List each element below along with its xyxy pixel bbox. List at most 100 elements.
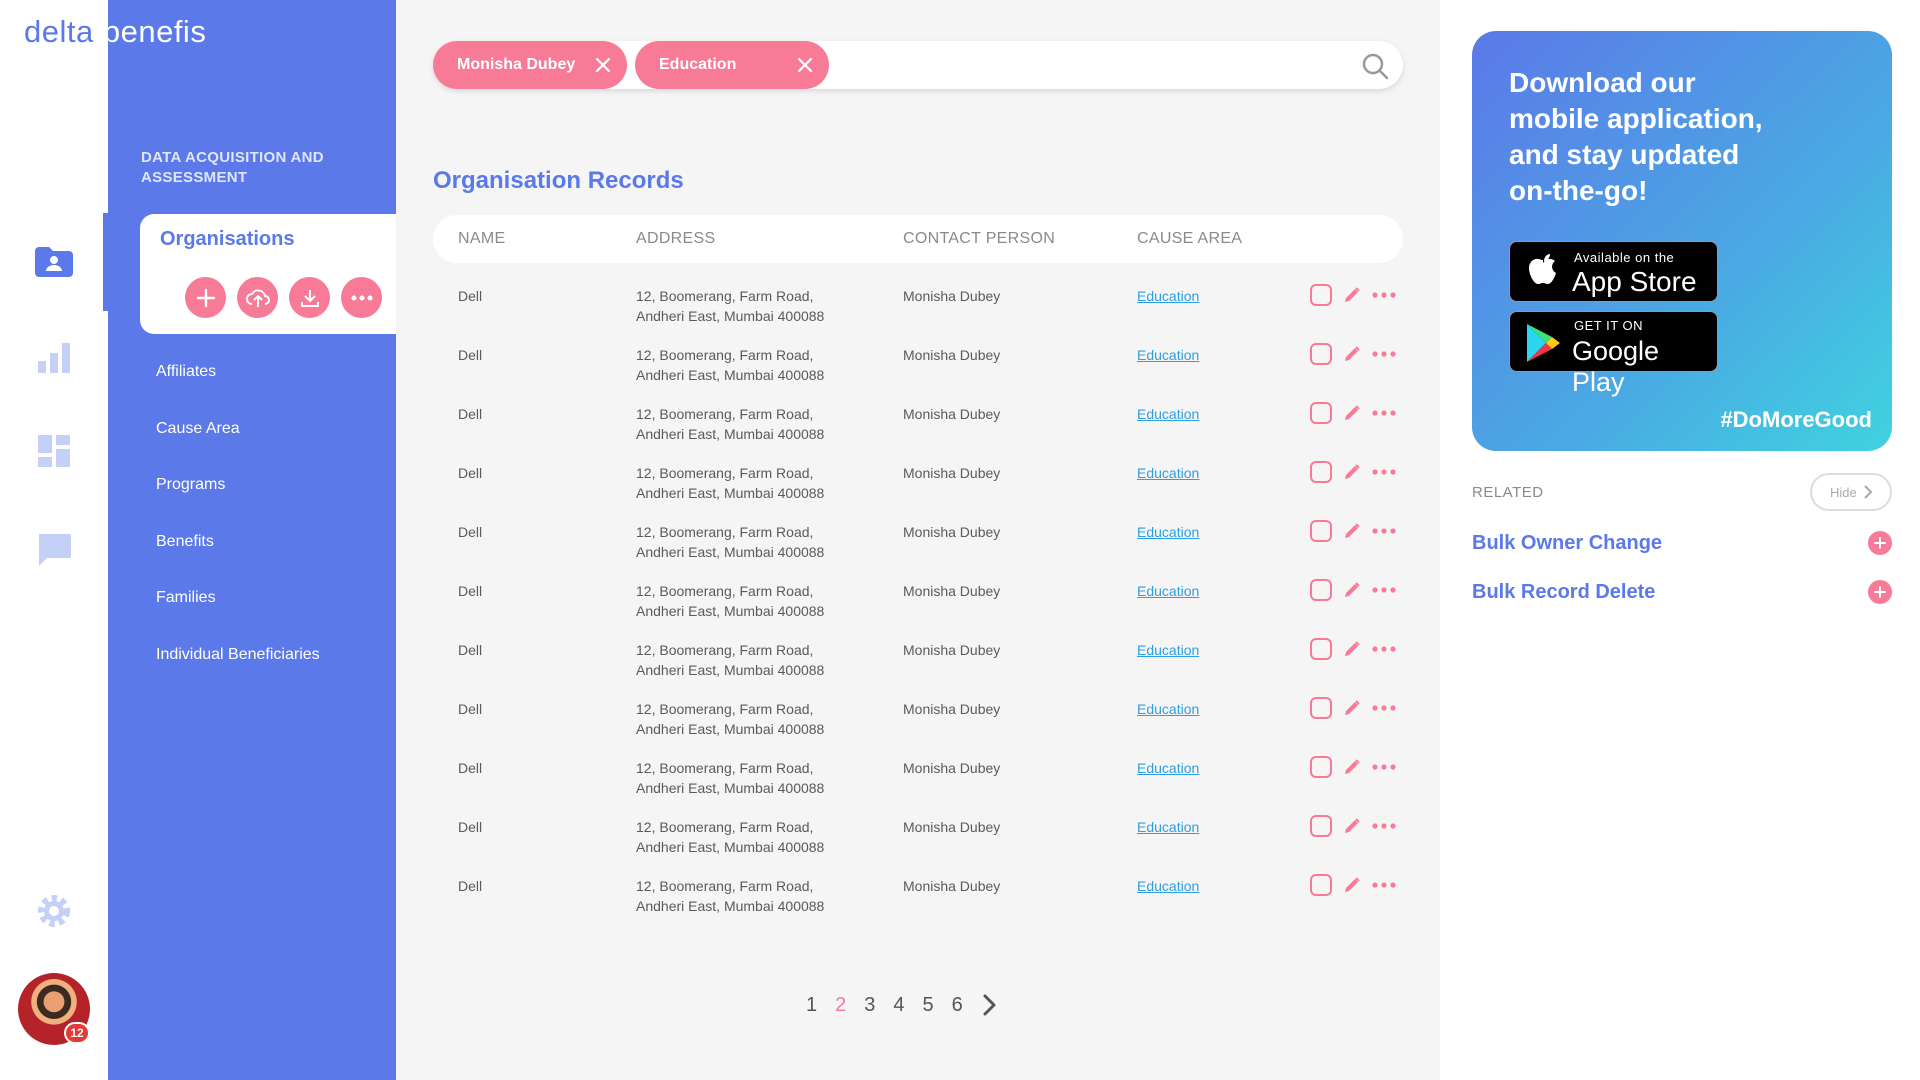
- cell-cause-area-link[interactable]: Education: [1137, 286, 1199, 306]
- upload-button[interactable]: [237, 277, 278, 318]
- add-related-button[interactable]: [1868, 580, 1892, 604]
- edit-icon[interactable]: [1342, 875, 1362, 895]
- cell-address: 12, Boomerang, Farm Road, Andheri East, M…: [636, 817, 824, 857]
- cell-cause-area-link[interactable]: Education: [1137, 817, 1199, 837]
- hide-button[interactable]: Hide: [1810, 473, 1892, 511]
- row-checkbox[interactable]: [1310, 520, 1332, 542]
- edit-icon[interactable]: [1342, 344, 1362, 364]
- cell-cause-area-link[interactable]: Education: [1137, 522, 1199, 542]
- filter-chip-monisha[interactable]: Monisha Dubey: [433, 41, 627, 89]
- table-row[interactable]: Dell 12, Boomerang, Farm Road, Andheri Eas…: [433, 632, 1403, 691]
- row-checkbox[interactable]: [1310, 284, 1332, 306]
- search-icon[interactable]: [1361, 52, 1389, 80]
- table-row[interactable]: Dell 12, Boomerang, Farm Road, Andheri Eas…: [433, 750, 1403, 809]
- cell-cause-area-link[interactable]: Education: [1137, 404, 1199, 424]
- page-5[interactable]: 5: [923, 994, 934, 1017]
- page-6[interactable]: 6: [952, 994, 963, 1017]
- edit-icon[interactable]: [1342, 639, 1362, 659]
- more-icon[interactable]: [1372, 351, 1396, 357]
- table-row[interactable]: Dell 12, Boomerang, Farm Road, Andheri Eas…: [433, 573, 1403, 632]
- more-icon[interactable]: [1372, 292, 1396, 298]
- cell-cause-area-link[interactable]: Education: [1137, 758, 1199, 778]
- edit-icon[interactable]: [1342, 403, 1362, 423]
- add-related-button[interactable]: [1868, 531, 1892, 555]
- edit-icon[interactable]: [1342, 757, 1362, 777]
- edit-icon[interactable]: [1342, 580, 1362, 600]
- row-checkbox[interactable]: [1310, 343, 1332, 365]
- chat-icon[interactable]: [30, 525, 78, 573]
- page-4[interactable]: 4: [893, 994, 904, 1017]
- row-checkbox[interactable]: [1310, 579, 1332, 601]
- edit-icon[interactable]: [1342, 698, 1362, 718]
- table-row[interactable]: Dell 12, Boomerang, Farm Road, Andheri Eas…: [433, 396, 1403, 455]
- row-checkbox[interactable]: [1310, 815, 1332, 837]
- nav-item-benefits[interactable]: Benefits: [156, 531, 320, 588]
- column-header-name[interactable]: NAME: [458, 230, 505, 248]
- page-2[interactable]: 2: [835, 994, 846, 1017]
- more-icon[interactable]: [1372, 764, 1396, 770]
- filter-chip-education[interactable]: Education: [635, 41, 829, 89]
- nav-item-families[interactable]: Families: [156, 587, 320, 644]
- cell-cause-area-link[interactable]: Education: [1137, 581, 1199, 601]
- row-checkbox[interactable]: [1310, 756, 1332, 778]
- column-header-address[interactable]: ADDRESS: [636, 230, 715, 248]
- edit-icon[interactable]: [1342, 285, 1362, 305]
- more-button[interactable]: [341, 277, 382, 318]
- column-header-contact[interactable]: CONTACT PERSON: [903, 230, 1055, 248]
- edit-icon[interactable]: [1342, 521, 1362, 541]
- row-checkbox[interactable]: [1310, 697, 1332, 719]
- app-logo[interactable]: delta benefis: [24, 14, 206, 50]
- nav-item-cause-area[interactable]: Cause Area: [156, 418, 320, 475]
- close-icon[interactable]: [795, 55, 815, 75]
- table-row[interactable]: Dell 12, Boomerang, Farm Road, Andheri Eas…: [433, 868, 1403, 927]
- table-row[interactable]: Dell 12, Boomerang, Farm Road, Andheri Eas…: [433, 278, 1403, 337]
- cell-cause-area-link[interactable]: Education: [1137, 463, 1199, 483]
- nav-item-programs[interactable]: Programs: [156, 474, 320, 531]
- more-icon[interactable]: [1372, 823, 1396, 829]
- chevron-right-icon[interactable]: [981, 993, 997, 1017]
- table-row[interactable]: Dell 12, Boomerang, Farm Road, Andheri Eas…: [433, 455, 1403, 514]
- cell-cause-area-link[interactable]: Education: [1137, 345, 1199, 365]
- nav-item-organisations[interactable]: Organisations: [140, 214, 396, 334]
- more-icon[interactable]: [1372, 469, 1396, 475]
- row-actions: [1310, 284, 1396, 306]
- table-row[interactable]: Dell 12, Boomerang, Farm Road, Andheri Eas…: [433, 691, 1403, 750]
- table-row[interactable]: Dell 12, Boomerang, Farm Road, Andheri Eas…: [433, 337, 1403, 396]
- dashboard-icon[interactable]: [30, 427, 78, 475]
- more-icon[interactable]: [1372, 587, 1396, 593]
- cell-cause-area-link[interactable]: Education: [1137, 640, 1199, 660]
- row-checkbox[interactable]: [1310, 638, 1332, 660]
- search-bar[interactable]: Monisha Dubey Education: [433, 41, 1403, 89]
- nav-item-affiliates[interactable]: Affiliates: [156, 361, 320, 418]
- more-icon[interactable]: [1372, 882, 1396, 888]
- google-play-button[interactable]: GET IT ON Google Play: [1509, 311, 1718, 397]
- close-icon[interactable]: [593, 55, 613, 75]
- contacts-icon[interactable]: [30, 238, 78, 286]
- more-icon: [351, 295, 372, 300]
- table-row[interactable]: Dell 12, Boomerang, Farm Road, Andheri Eas…: [433, 809, 1403, 868]
- related-item-bulk-record-delete[interactable]: Bulk Record Delete: [1472, 580, 1892, 604]
- bar-chart-icon[interactable]: [30, 333, 78, 381]
- edit-icon[interactable]: [1342, 462, 1362, 482]
- cell-cause-area-link[interactable]: Education: [1137, 699, 1199, 719]
- edit-icon[interactable]: [1342, 816, 1362, 836]
- row-checkbox[interactable]: [1310, 874, 1332, 896]
- related-item-bulk-owner-change[interactable]: Bulk Owner Change: [1472, 531, 1892, 555]
- appstore-caption: Available on the: [1574, 250, 1675, 265]
- more-icon[interactable]: [1372, 410, 1396, 416]
- column-header-cause-area[interactable]: CAUSE AREA: [1137, 230, 1242, 248]
- row-checkbox[interactable]: [1310, 461, 1332, 483]
- row-checkbox[interactable]: [1310, 402, 1332, 424]
- more-icon[interactable]: [1372, 646, 1396, 652]
- more-icon[interactable]: [1372, 528, 1396, 534]
- settings-icon[interactable]: [30, 887, 78, 935]
- page-1[interactable]: 1: [806, 994, 817, 1017]
- table-row[interactable]: Dell 12, Boomerang, Farm Road, Andheri Eas…: [433, 514, 1403, 573]
- app-store-button[interactable]: Available on the App Store: [1509, 241, 1718, 302]
- download-button[interactable]: [289, 277, 330, 318]
- page-3[interactable]: 3: [864, 994, 875, 1017]
- cell-cause-area-link[interactable]: Education: [1137, 876, 1199, 896]
- add-button[interactable]: [185, 277, 226, 318]
- nav-item-individual-beneficiaries[interactable]: Individual Beneficiaries: [156, 644, 320, 701]
- more-icon[interactable]: [1372, 705, 1396, 711]
